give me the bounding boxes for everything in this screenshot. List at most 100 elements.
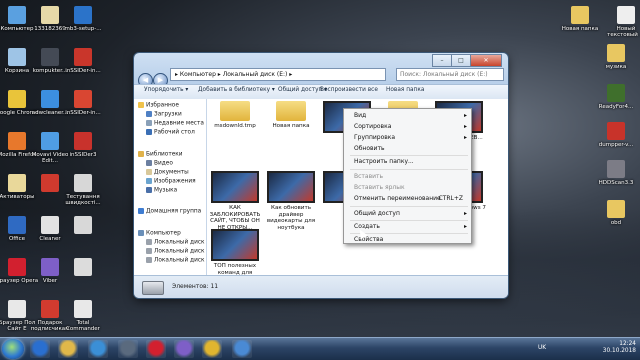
taskbar-button-opera[interactable] [146,340,166,358]
nav-item-label: Музыка [154,187,178,194]
taskbar-button-chrome[interactable] [202,340,222,358]
desktop-icon[interactable]: HDDScan3.3 [596,160,636,186]
minimize-button[interactable]: – [432,54,452,67]
taskbar-button-media[interactable] [88,340,108,358]
nav-item[interactable]: Библиотеки [138,151,183,158]
desktop-icon[interactable]: Total Commander [61,300,105,332]
context-menu-item[interactable]: Отменить переименование CTRL+Z [344,194,471,204]
desktop-icon[interactable]: mb3-setup-... [61,6,105,32]
nav-item[interactable]: Изображения [146,178,196,185]
desktop-icon-image [41,216,59,234]
desktop-icon-label: ReadyFor4... [598,104,634,110]
desktop-icon-image [617,6,635,24]
nav-item-icon [146,187,152,193]
navigation-pane: Избранное Загрузки Недавние места Рабочий с… [134,99,207,275]
desktop-icon[interactable]: ReadyFor4... [596,84,636,110]
desktop-icon-image [74,174,92,192]
nav-item-icon [146,111,152,117]
desktop-icon[interactable]: музика [596,44,636,70]
taskbar-button-ie[interactable] [30,340,50,358]
taskbar-button-explorer-window[interactable] [232,340,252,358]
desktop-icon[interactable]: Новый текстовый ... [606,6,640,38]
context-menu-item[interactable]: Общий доступ ▸ [344,209,471,219]
desktop-icon-label: Новая папка [561,26,599,32]
context-menu-item-label: Сортировка [354,123,392,130]
nav-item-icon [146,248,152,254]
context-menu-item[interactable]: Настроить папку... [344,157,471,167]
desktop-icon-label: музика [605,64,627,70]
nav-item[interactable]: Компьютер [138,230,181,237]
drive-icon [142,281,164,295]
clock[interactable]: 12:24 30.10.2018 [603,341,636,355]
taskbar-button-viber[interactable] [174,340,194,358]
context-menu-item[interactable]: Группировка ▸ [344,133,471,143]
submenu-arrow-icon: ▸ [463,210,467,217]
start-button[interactable] [2,339,24,359]
submenu-arrow-icon: ▸ [463,134,467,141]
context-menu-item-label: Свойства [354,236,384,243]
nav-item-icon [146,257,152,263]
menu-separator [350,233,468,234]
taskbar-button-explorer[interactable] [58,340,78,358]
desktop-icon[interactable]: obd [596,200,636,226]
menu-separator [350,220,468,221]
nav-item[interactable]: Локальный диск [146,257,205,264]
desktop-icon-image [8,6,26,24]
nav-item[interactable]: Загрузки [146,111,182,118]
nav-item-label: Домашняя группа [146,208,202,215]
desktop-icon-label: Активаторы [0,194,35,200]
search-input[interactable]: Поиск: Локальный диск (E:) [396,68,504,81]
nav-item[interactable]: Музыка [146,187,177,194]
nav-item-icon [138,102,144,108]
desktop-icon[interactable] [61,216,105,236]
nav-item-icon [146,129,152,135]
video-thumbnail [267,171,315,203]
nav-item[interactable]: Недавние места [146,120,204,127]
nav-item-icon [138,208,144,214]
maximize-button[interactable]: □ [451,54,471,67]
file-item[interactable]: Как обновить драйвер видеокарты для ноут… [263,171,319,231]
nav-item[interactable]: Локальный диск [146,239,205,246]
nav-item-icon [138,230,144,236]
desktop-icon[interactable]: inSSIDer3 [61,132,105,158]
desktop-icon[interactable]: inSSIDer-in... [61,90,105,116]
toolbar-button[interactable]: Воспроизвести все [320,87,378,93]
address-bar[interactable]: ▸ Компьютер ▸ Локальный диск (E:) ▸ [170,68,386,81]
file-item[interactable]: КАК ЗАБЛОКИРОВАТЬ САЙТ, ЧТОБЫ ОН НЕ ОТКР… [207,171,263,231]
nav-item[interactable]: Избранное [138,102,179,109]
nav-item[interactable]: Рабочий стол [146,129,195,136]
file-item[interactable]: Новая папка [263,101,319,130]
toolbar-button[interactable]: Добавить в библиотеку ▾ [198,87,275,93]
desktop-icon[interactable] [61,258,105,278]
nav-item[interactable]: Локальный диск [146,248,205,255]
desktop-icon[interactable]: Новая папка [560,6,600,32]
desktop-icon[interactable]: Тестування швидкості... [61,174,105,206]
desktop-icon-image [41,90,59,108]
language-indicator[interactable]: UK [538,345,546,351]
taskbar-button-app[interactable] [118,340,138,358]
desktop-icon-label: dumpper-v... [598,142,634,148]
nav-item[interactable]: Домашняя группа [138,208,201,215]
close-button[interactable]: ✕ [470,54,502,67]
desktop-icon-image [8,132,26,150]
nav-item[interactable]: Видео [146,160,173,167]
toolbar-button[interactable]: Упорядочить ▾ [144,87,188,93]
context-menu-item[interactable]: Обновить [344,144,471,154]
nav-item[interactable]: Документы [146,169,189,176]
desktop-icon-image [607,160,625,178]
desktop-icon-image [8,216,26,234]
desktop-icon[interactable]: inSSIDer-in... [61,48,105,74]
context-menu-item[interactable]: Сортировка ▸ [344,122,471,132]
nav-item-icon [146,160,152,166]
nav-item-label: Недавние места [154,120,204,127]
toolbar-button[interactable]: Новая папка [386,87,424,93]
desktop-icon[interactable]: dumpper-v... [596,122,636,148]
context-menu-item-label: Общий доступ [354,210,400,217]
context-menu-item[interactable]: Вид ▸ [344,111,471,121]
context-menu-item: Вставить [344,172,471,182]
desktop-icon-label: Total Commander [66,320,100,332]
desktop-icon-image [74,300,92,318]
nav-item-label: Локальный диск [154,239,205,246]
file-item[interactable]: msdownld.tmp [207,101,263,130]
nav-item-label: Рабочий стол [154,129,195,136]
